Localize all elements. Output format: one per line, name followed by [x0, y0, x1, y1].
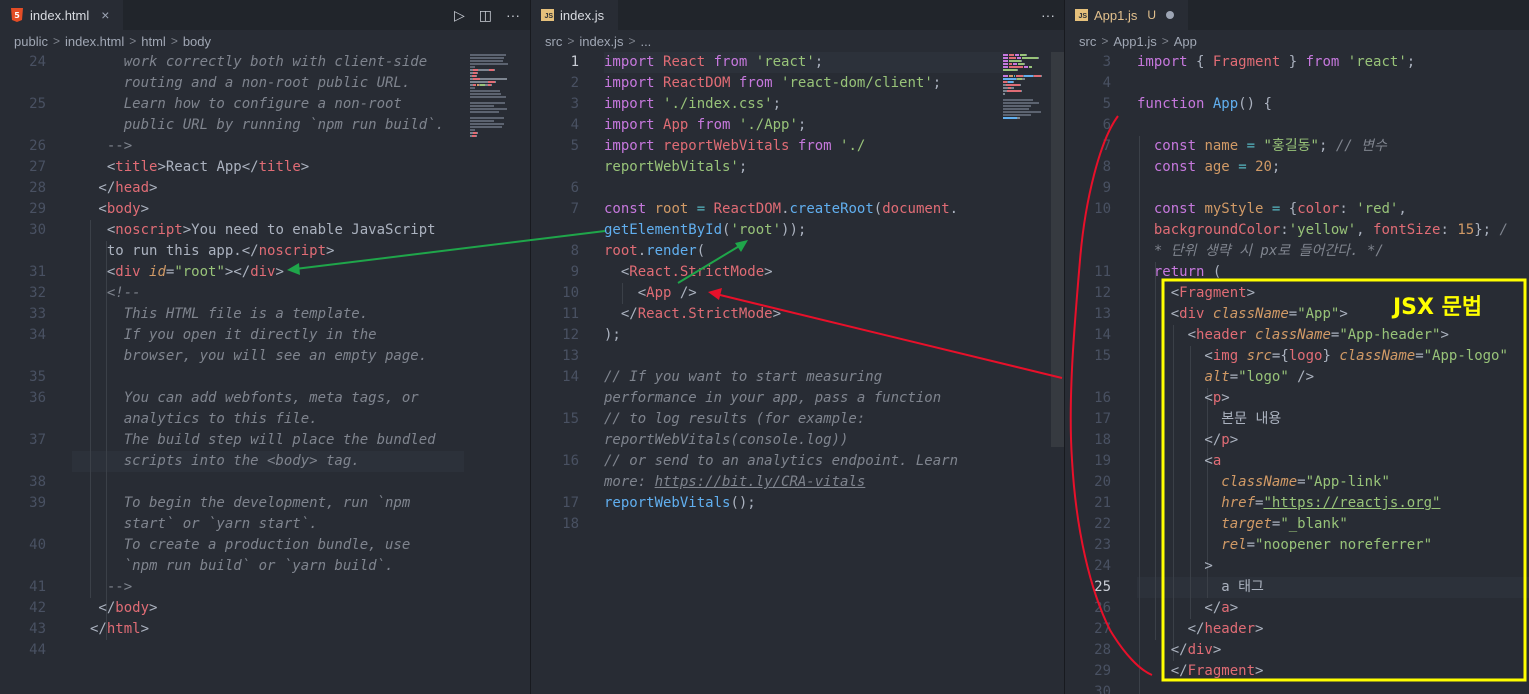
fragment-bracket-curve [1069, 115, 1153, 676]
green-arrow-root [294, 230, 606, 270]
red-arrow-app [715, 293, 1063, 379]
green-arrow-render [677, 244, 742, 284]
green-arrowhead [735, 240, 748, 252]
jsx-annotation-label: JSX 문법 [1393, 295, 1483, 320]
annotation-overlay [287, 115, 1527, 682]
red-arrowhead [708, 288, 722, 300]
green-arrowhead [287, 263, 300, 275]
jsx-highlight-box [1161, 278, 1527, 682]
